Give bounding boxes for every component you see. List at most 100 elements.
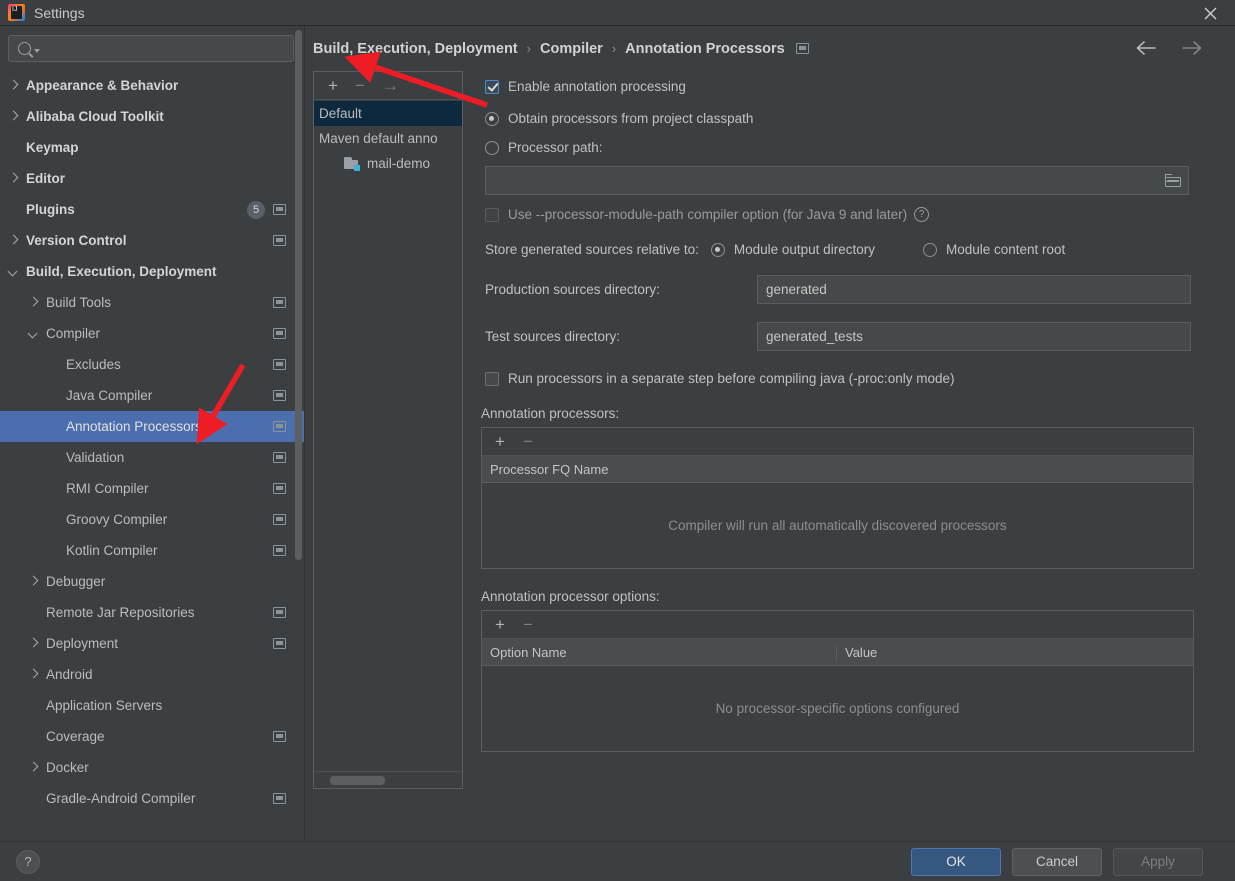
help-icon[interactable]: ? bbox=[914, 207, 929, 222]
module-list-item[interactable]: Default bbox=[314, 101, 462, 126]
search-box[interactable] bbox=[8, 35, 294, 62]
settings-chip-icon[interactable] bbox=[273, 731, 286, 742]
arrow-left-icon[interactable] bbox=[1133, 36, 1159, 60]
sidebar-item-validation[interactable]: Validation bbox=[0, 442, 304, 473]
sidebar-item-keymap[interactable]: Keymap bbox=[0, 132, 304, 163]
chevron-down-icon[interactable] bbox=[28, 328, 39, 339]
options-table-toolbar: + − bbox=[482, 611, 1193, 639]
help-button[interactable]: ? bbox=[16, 850, 40, 874]
processor-path-radio[interactable] bbox=[485, 141, 499, 155]
module-list-item[interactable]: Maven default anno bbox=[314, 126, 462, 151]
settings-chip-icon[interactable] bbox=[273, 793, 286, 804]
settings-chip-icon[interactable] bbox=[273, 297, 286, 308]
cancel-button[interactable]: Cancel bbox=[1012, 848, 1102, 876]
processor-path-row[interactable]: Processor path: bbox=[485, 140, 1225, 155]
sidebar-item-android[interactable]: Android bbox=[0, 659, 304, 690]
window-title-bar: Settings bbox=[0, 0, 1235, 26]
obtain-from-classpath-row[interactable]: Obtain processors from project classpath bbox=[485, 111, 1225, 126]
chevron-right-icon[interactable] bbox=[28, 297, 39, 308]
sidebar-item-docker[interactable]: Docker bbox=[0, 752, 304, 783]
production-sources-input[interactable]: generated bbox=[757, 275, 1191, 304]
chevron-right-icon[interactable] bbox=[28, 576, 39, 587]
chevron-down-icon[interactable] bbox=[8, 266, 19, 277]
chevron-right-icon[interactable] bbox=[28, 638, 39, 649]
module-content-root-radio[interactable] bbox=[923, 243, 937, 257]
settings-chip-icon[interactable] bbox=[273, 359, 286, 370]
chevron-right-icon[interactable] bbox=[28, 762, 39, 773]
chevron-right-icon[interactable] bbox=[28, 669, 39, 680]
add-option-button[interactable]: + bbox=[495, 616, 505, 633]
chevron-right-icon[interactable] bbox=[8, 111, 19, 122]
remove-processor-button[interactable]: − bbox=[523, 433, 533, 450]
settings-chip-icon[interactable] bbox=[796, 43, 809, 54]
settings-chip-icon[interactable] bbox=[273, 514, 286, 525]
sidebar-item-label: Compiler bbox=[46, 326, 100, 341]
chevron-right-icon[interactable] bbox=[8, 173, 19, 184]
run-processors-separate-step-row[interactable]: Run processors in a separate step before… bbox=[485, 371, 1225, 386]
sidebar-item-deployment[interactable]: Deployment bbox=[0, 628, 304, 659]
sidebar-item-excludes[interactable]: Excludes bbox=[0, 349, 304, 380]
scrollbar-thumb[interactable] bbox=[330, 776, 385, 785]
remove-option-button[interactable]: − bbox=[523, 616, 533, 633]
sidebar-item-alibaba-cloud-toolkit[interactable]: Alibaba Cloud Toolkit bbox=[0, 101, 304, 132]
folder-open-icon[interactable] bbox=[1165, 174, 1182, 188]
settings-chip-icon[interactable] bbox=[273, 452, 286, 463]
sidebar-item-gradle-android-compiler[interactable]: Gradle-Android Compiler bbox=[0, 783, 304, 814]
processor-path-input[interactable] bbox=[485, 166, 1189, 195]
settings-chip-icon[interactable] bbox=[273, 421, 286, 432]
move-module-button[interactable]: → bbox=[382, 77, 399, 94]
use-processor-module-path-checkbox[interactable] bbox=[485, 208, 499, 222]
breadcrumb-part-1[interactable]: Compiler bbox=[540, 41, 603, 57]
enable-annotation-processing-checkbox[interactable] bbox=[485, 80, 499, 94]
module-list-hscrollbar[interactable] bbox=[314, 771, 462, 788]
module-list-item[interactable]: mail-demo bbox=[314, 151, 462, 176]
settings-chip-icon[interactable] bbox=[273, 328, 286, 339]
arrow-right-icon[interactable] bbox=[1179, 36, 1205, 60]
sidebar-item-build-execution-deployment[interactable]: Build, Execution, Deployment bbox=[0, 256, 304, 287]
sidebar-item-kotlin-compiler[interactable]: Kotlin Compiler bbox=[0, 535, 304, 566]
settings-chip-icon[interactable] bbox=[273, 483, 286, 494]
remove-module-button[interactable]: − bbox=[355, 77, 365, 94]
breadcrumb-part-0[interactable]: Build, Execution, Deployment bbox=[313, 41, 518, 57]
sidebar-item-groovy-compiler[interactable]: Groovy Compiler bbox=[0, 504, 304, 535]
settings-chip-icon[interactable] bbox=[273, 638, 286, 649]
sidebar-item-compiler[interactable]: Compiler bbox=[0, 318, 304, 349]
add-module-button[interactable]: + bbox=[328, 77, 338, 94]
use-processor-module-path-row[interactable]: Use --processor-module-path compiler opt… bbox=[485, 207, 1225, 222]
module-output-directory-radio[interactable] bbox=[711, 243, 725, 257]
sidebar-item-appearance-behavior[interactable]: Appearance & Behavior bbox=[0, 70, 304, 101]
sidebar-item-plugins[interactable]: Plugins5 bbox=[0, 194, 304, 225]
navigation-arrows bbox=[1133, 36, 1205, 60]
close-icon[interactable] bbox=[1199, 2, 1221, 24]
chevron-right-icon[interactable] bbox=[8, 235, 19, 246]
settings-chip-icon[interactable] bbox=[273, 607, 286, 618]
settings-chip-icon[interactable] bbox=[273, 235, 286, 246]
settings-chip-icon[interactable] bbox=[273, 545, 286, 556]
sidebar-item-build-tools[interactable]: Build Tools bbox=[0, 287, 304, 318]
run-processors-separate-step-checkbox[interactable] bbox=[485, 372, 499, 386]
enable-annotation-processing-label: Enable annotation processing bbox=[508, 79, 686, 94]
sidebar-scrollbar[interactable] bbox=[295, 30, 302, 560]
sidebar-item-editor[interactable]: Editor bbox=[0, 163, 304, 194]
chevron-right-icon[interactable] bbox=[8, 80, 19, 91]
search-input[interactable] bbox=[40, 41, 293, 56]
ok-button[interactable]: OK bbox=[911, 848, 1001, 876]
sidebar-item-rmi-compiler[interactable]: RMI Compiler bbox=[0, 473, 304, 504]
settings-chip-icon[interactable] bbox=[273, 204, 286, 215]
obtain-from-classpath-radio[interactable] bbox=[485, 112, 499, 126]
sidebar-item-debugger[interactable]: Debugger bbox=[0, 566, 304, 597]
column-header-value[interactable]: Value bbox=[837, 645, 1193, 660]
sidebar-item-label: Build Tools bbox=[46, 295, 111, 310]
add-processor-button[interactable]: + bbox=[495, 433, 505, 450]
column-header-option-name[interactable]: Option Name bbox=[482, 645, 837, 660]
sidebar-item-version-control[interactable]: Version Control bbox=[0, 225, 304, 256]
test-sources-input[interactable]: generated_tests bbox=[757, 322, 1191, 351]
column-header-processor-fq-name[interactable]: Processor FQ Name bbox=[482, 462, 1193, 477]
sidebar-item-annotation-processors[interactable]: Annotation Processors bbox=[0, 411, 304, 442]
sidebar-item-coverage[interactable]: Coverage bbox=[0, 721, 304, 752]
sidebar-item-remote-jar-repositories[interactable]: Remote Jar Repositories bbox=[0, 597, 304, 628]
enable-annotation-processing-row[interactable]: Enable annotation processing bbox=[485, 79, 1225, 94]
settings-chip-icon[interactable] bbox=[273, 390, 286, 401]
sidebar-item-application-servers[interactable]: Application Servers bbox=[0, 690, 304, 721]
sidebar-item-java-compiler[interactable]: Java Compiler bbox=[0, 380, 304, 411]
